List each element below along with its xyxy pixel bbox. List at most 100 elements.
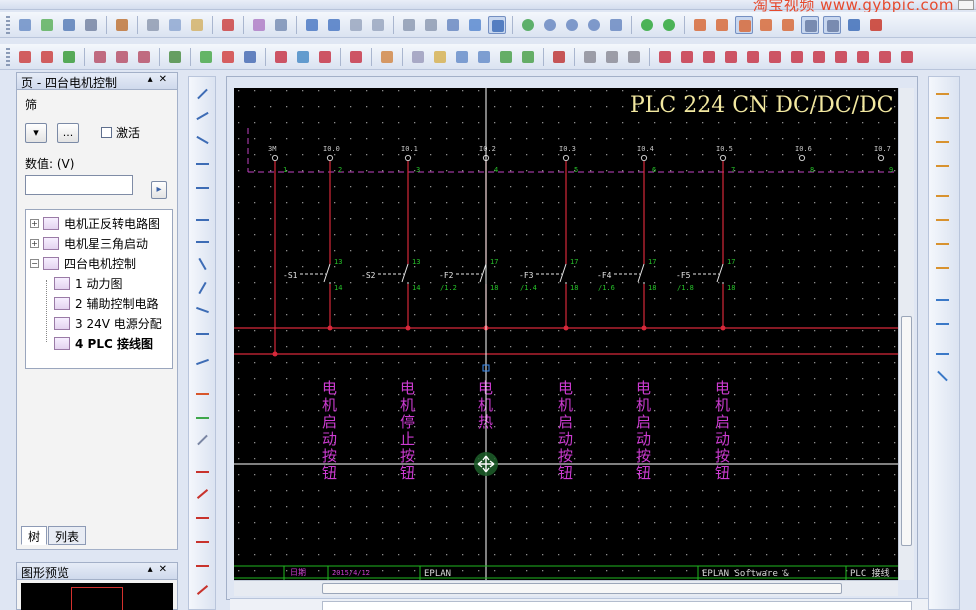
tree-item[interactable]: 4 PLC 接线图 [54, 333, 153, 353]
compare-icon[interactable] [422, 16, 440, 34]
line-tool-icon[interactable] [195, 87, 210, 102]
eye-tool-icon[interactable] [195, 327, 210, 342]
tree-item[interactable]: + 电机星三角启动 [26, 233, 148, 253]
tee-right-icon[interactable] [935, 237, 950, 252]
magnet-icon[interactable] [867, 16, 885, 34]
horizontal-scroll-thumb[interactable] [322, 583, 842, 594]
bus-icon[interactable] [378, 48, 396, 66]
dimension-baseline-icon[interactable] [195, 535, 210, 550]
apply-filter-button[interactable]: ▸ [151, 181, 167, 199]
tree-item[interactable]: − 四台电机控制 [26, 253, 136, 273]
text-tool-icon[interactable] [195, 387, 210, 402]
spline-tool-icon[interactable] [195, 355, 210, 370]
format-painter-icon[interactable] [250, 16, 268, 34]
corner-b-icon[interactable] [678, 48, 696, 66]
insert-connection-icon[interactable] [91, 48, 109, 66]
check-icon[interactable] [444, 16, 462, 34]
expand-icon[interactable]: + [30, 218, 39, 228]
toolbar-grip[interactable] [6, 47, 10, 66]
checkbox-box[interactable] [101, 127, 112, 138]
link-tool-icon[interactable] [195, 433, 210, 448]
macro-icon[interactable] [166, 48, 184, 66]
tee-up-icon[interactable] [935, 213, 950, 228]
arc-center-tool-icon[interactable] [195, 281, 210, 296]
insert-terminal-icon[interactable] [113, 48, 131, 66]
corner-up-right-icon[interactable] [935, 135, 950, 150]
undo-list-icon[interactable] [325, 16, 343, 34]
cable-icon[interactable] [219, 48, 237, 66]
redo-icon[interactable] [347, 16, 365, 34]
insert-plug-icon[interactable] [135, 48, 153, 66]
refresh-icon[interactable] [519, 16, 537, 34]
grid-b-icon[interactable] [713, 16, 731, 34]
cross-ref-icon[interactable] [519, 48, 537, 66]
flag-icon[interactable] [241, 48, 259, 66]
sector-tool-icon[interactable] [195, 303, 210, 318]
expand-icon[interactable]: + [30, 238, 39, 248]
zoom-in-icon[interactable] [563, 16, 581, 34]
corner-i-icon[interactable] [832, 48, 850, 66]
jumper-icon[interactable] [935, 347, 950, 362]
panel-header-buttons[interactable]: ▴✕ [148, 564, 173, 575]
snap-object-icon[interactable] [823, 15, 841, 34]
tab-tree[interactable]: 树 [21, 526, 48, 545]
symbol-b-icon[interactable] [603, 48, 621, 66]
black-box-icon[interactable] [409, 48, 427, 66]
horizontal-scrollbar[interactable] [234, 580, 898, 596]
vertical-scrollbar[interactable] [898, 88, 914, 580]
preview-thumbnail[interactable] [21, 583, 173, 610]
corner-l-icon[interactable] [898, 48, 916, 66]
double-cross-icon[interactable] [935, 317, 950, 332]
dimension-increment-icon[interactable] [195, 559, 210, 574]
dimension-chain-icon[interactable] [195, 511, 210, 526]
corner-f-icon[interactable] [766, 48, 784, 66]
table-icon[interactable] [466, 16, 484, 34]
grid-a-icon[interactable] [691, 16, 709, 34]
filter-dropdown-button[interactable]: ▾ [25, 123, 47, 143]
dimension-aligned-icon[interactable] [195, 487, 210, 502]
rectangle-tool-icon[interactable] [195, 157, 210, 172]
new-project-icon[interactable] [16, 16, 34, 34]
close-window-button[interactable] [958, 0, 974, 10]
copy-icon[interactable] [166, 16, 184, 34]
next-page-icon[interactable] [660, 16, 678, 34]
corner-c-icon[interactable] [700, 48, 718, 66]
corner-k-icon[interactable] [876, 48, 894, 66]
value-input[interactable] [25, 175, 133, 195]
image-tool-icon[interactable] [195, 411, 210, 426]
panel-header-buttons[interactable]: ▴✕ [148, 74, 173, 85]
graphical-editing-icon[interactable] [488, 15, 506, 34]
cut-icon[interactable] [113, 16, 131, 34]
corner-a-icon[interactable] [656, 48, 674, 66]
corner-h-icon[interactable] [810, 48, 828, 66]
corner-d-icon[interactable] [722, 48, 740, 66]
undo-icon[interactable] [303, 16, 321, 34]
structure-box-icon[interactable] [431, 48, 449, 66]
location-box-icon[interactable] [475, 48, 493, 66]
reference-icon[interactable] [497, 48, 515, 66]
green-check-icon[interactable] [197, 48, 215, 66]
grid-c-icon[interactable] [735, 15, 753, 34]
toolbar-grip[interactable] [6, 15, 10, 34]
grid-d-icon[interactable] [757, 16, 775, 34]
snap-grid-icon[interactable] [801, 15, 819, 34]
dimension-linear-icon[interactable] [195, 465, 210, 480]
delete-icon[interactable] [219, 16, 237, 34]
polyline-tool-icon[interactable] [195, 109, 210, 124]
corner-g-icon[interactable] [788, 48, 806, 66]
properties-icon[interactable] [400, 16, 418, 34]
corner-up-left-icon[interactable] [935, 159, 950, 174]
tree-item[interactable]: 3 24V 电源分配 [54, 313, 162, 333]
open-project-icon[interactable] [38, 16, 56, 34]
previous-page-icon[interactable] [638, 16, 656, 34]
cross-hair-icon[interactable] [845, 16, 863, 34]
plc-card-icon[interactable] [550, 48, 568, 66]
frame-tool-icon[interactable] [195, 181, 210, 196]
redo-list-icon[interactable] [369, 16, 387, 34]
potential-icon[interactable] [316, 48, 334, 66]
page-new-icon[interactable] [16, 48, 34, 66]
cross-icon[interactable] [935, 293, 950, 308]
device-icon[interactable] [272, 48, 290, 66]
ellipse-tool-icon[interactable] [195, 235, 210, 250]
scissors-icon[interactable] [144, 16, 162, 34]
